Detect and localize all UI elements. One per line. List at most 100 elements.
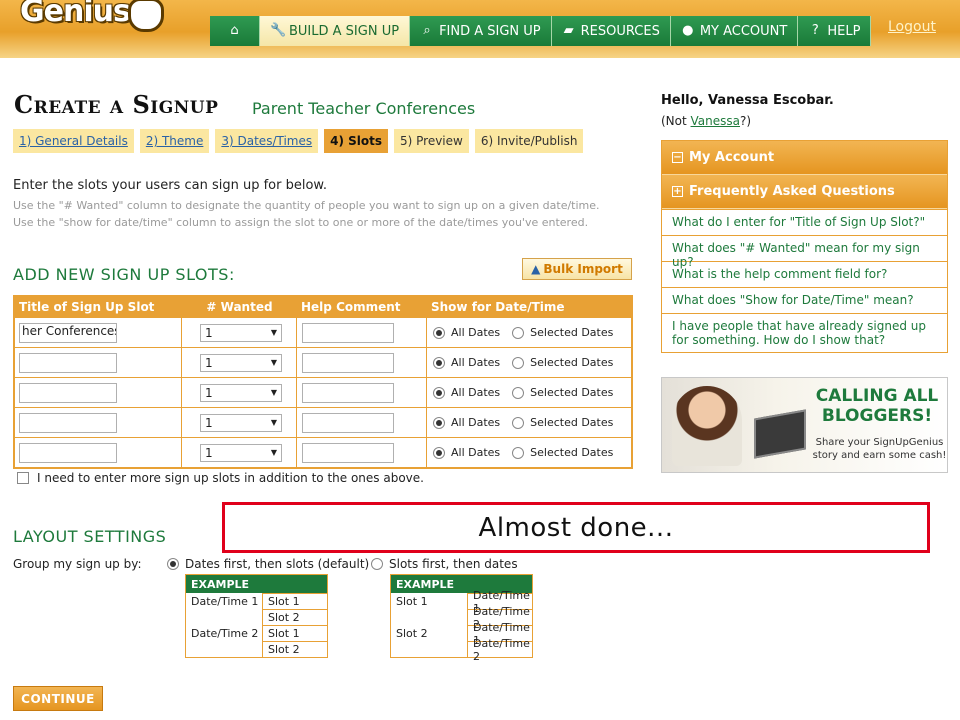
title-cell [15, 348, 182, 377]
wanted-select[interactable]: 1 ▼ [200, 443, 282, 462]
help-comment-input[interactable] [302, 382, 394, 403]
slot-title-input[interactable] [19, 412, 117, 433]
group-option-slots-first[interactable]: Slots first, then dates [371, 557, 518, 571]
group-option-dates-first[interactable]: Dates first, then slots (default) [167, 557, 369, 571]
site-header: Genius ⌂ 🔧 BUILD A SIGN UP ⌕ FIND A SIGN… [0, 0, 960, 58]
collapse-icon: − [672, 152, 683, 163]
site-logo[interactable]: Genius [20, 0, 131, 29]
chevron-down-icon: ▼ [270, 388, 277, 397]
nav-my-account[interactable]: ● MY ACCOUNT [670, 16, 799, 46]
not-user-link[interactable]: Vanessa [691, 114, 740, 128]
more-slots-option[interactable]: I need to enter more sign up slots in ad… [17, 471, 424, 485]
group-by-label: Group my sign up by: [13, 557, 142, 571]
faq-link[interactable]: What does "# Wanted" mean for my sign up… [662, 235, 947, 269]
logout-link[interactable]: Logout [888, 19, 936, 35]
nav-build-a-sign-up[interactable]: 🔧 BUILD A SIGN UP [260, 16, 411, 46]
example-group-cell: Slot 1 [396, 594, 428, 608]
continue-button[interactable]: CONTINUE [13, 686, 103, 711]
ad-subtitle: Share your SignUpGenius story and earn s… [812, 437, 947, 461]
slots-table-header: Title of Sign Up Slot # Wanted Help Comm… [15, 297, 631, 317]
step-invite-publish[interactable]: 6) Invite/Publish [474, 129, 584, 153]
show-cell: All Dates Selected Dates [427, 318, 631, 347]
example-header: EXAMPLE [186, 575, 327, 593]
all-dates-radio[interactable] [433, 446, 445, 459]
example-item-cell: Slot 2 [262, 609, 327, 625]
all-dates-radio[interactable] [433, 416, 445, 429]
nav-help[interactable]: ? HELP [798, 16, 872, 46]
step-dates-times[interactable]: 3) Dates/Times [215, 129, 319, 153]
step-general-details[interactable]: 1) General Details [13, 129, 134, 153]
help-cell [297, 348, 427, 377]
wizard-steps: 1) General Details 2) Theme 3) Dates/Tim… [13, 129, 584, 153]
slot-row: her Conferences 1 ▼ All Dates Selected Dates [15, 317, 631, 347]
layout-settings-heading: LAYOUT SETTINGS [13, 527, 167, 546]
all-dates-label: All Dates [451, 386, 501, 399]
slots-first-radio[interactable] [371, 558, 383, 570]
step-preview[interactable]: 5) Preview [394, 129, 469, 153]
all-dates-label: All Dates [451, 356, 501, 369]
step-theme[interactable]: 2) Theme [139, 129, 210, 153]
example-group-cell: Date/Time 1 [191, 594, 259, 608]
help-comment-input[interactable] [302, 352, 394, 373]
example-group-cell: Slot 2 [396, 626, 428, 640]
dates-first-radio[interactable] [167, 558, 179, 570]
my-account-label: My Account [689, 150, 775, 165]
nav-find-a-sign-up[interactable]: ⌕ FIND A SIGN UP [410, 16, 552, 46]
help-cell [297, 378, 427, 407]
selected-dates-radio[interactable] [512, 386, 525, 399]
slots-heading: ADD NEW SIGN UP SLOTS: [13, 265, 235, 284]
title-cell: her Conferences [15, 318, 182, 347]
example-group-cell [391, 609, 467, 625]
help-cell [297, 408, 427, 437]
bloggers-ad-banner[interactable]: CALLING ALL BLOGGERS! Share your SignUpG… [661, 377, 948, 473]
selected-dates-radio[interactable] [512, 356, 525, 369]
user-greeting: Hello, Vanessa Escobar. [661, 93, 834, 108]
help-cell [297, 438, 427, 467]
selected-dates-radio[interactable] [512, 326, 525, 339]
show-cell: All Dates Selected Dates [427, 348, 631, 377]
wanted-value: 1 [205, 415, 213, 430]
slot-rows: her Conferences 1 ▼ All Dates Selected Dates… [15, 317, 631, 467]
more-slots-label: I need to enter more sign up slots in ad… [37, 471, 424, 485]
chevron-down-icon: ▼ [270, 328, 277, 337]
slot-title-input[interactable] [19, 442, 117, 463]
question-icon: ? [811, 23, 819, 38]
example-group-cell [186, 641, 262, 657]
more-slots-checkbox[interactable] [17, 472, 29, 484]
help-comment-input[interactable] [302, 412, 394, 433]
nav-home[interactable]: ⌂ [210, 16, 260, 46]
faq-link[interactable]: What is the help comment field for? [662, 261, 947, 287]
wanted-select[interactable]: 1 ▼ [200, 323, 282, 342]
selected-dates-radio[interactable] [512, 416, 525, 429]
my-account-toggle[interactable]: − My Account [662, 141, 947, 175]
selected-dates-label: Selected Dates [530, 446, 614, 459]
wanted-select[interactable]: 1 ▼ [200, 353, 282, 372]
home-icon: ⌂ [230, 23, 239, 38]
slot-row: 1 ▼ All Dates Selected Dates [15, 347, 631, 377]
column-header: Show for Date/Time [431, 300, 565, 314]
example-dates-first: EXAMPLE Date/Time 1 Slot 1 Slot 2 Date/Time… [185, 574, 328, 658]
all-dates-radio[interactable] [433, 386, 445, 399]
slot-title-input[interactable]: her Conferences [19, 322, 117, 343]
wanted-select[interactable]: 1 ▼ [200, 383, 282, 402]
selected-dates-radio[interactable] [512, 446, 525, 459]
faq-link[interactable]: I have people that have already signed u… [662, 313, 947, 352]
slot-title-input[interactable] [19, 352, 117, 373]
nav-resources[interactable]: ▰ RESOURCES [551, 16, 671, 46]
all-dates-radio[interactable] [433, 356, 445, 369]
slot-title-input[interactable] [19, 382, 117, 403]
wanted-select[interactable]: 1 ▼ [200, 413, 282, 432]
wrench-icon: 🔧 [270, 23, 287, 38]
faq-toggle[interactable]: + Frequently Asked Questions [662, 175, 947, 209]
wanted-value: 1 [205, 385, 213, 400]
selected-dates-label: Selected Dates [530, 326, 614, 339]
bulk-import-button[interactable]: ▲ Bulk Import [522, 258, 632, 280]
faq-link[interactable]: What does "Show for Date/Time" mean? [662, 287, 947, 313]
example-row: Date/Time 2 [391, 637, 532, 663]
not-user-prefix: (Not [661, 114, 691, 128]
help-comment-input[interactable] [302, 442, 394, 463]
all-dates-radio[interactable] [433, 326, 445, 339]
faq-link[interactable]: What do I enter for "Title of Sign Up Sl… [662, 209, 947, 235]
help-comment-input[interactable] [302, 322, 394, 343]
all-dates-label: All Dates [451, 446, 501, 459]
